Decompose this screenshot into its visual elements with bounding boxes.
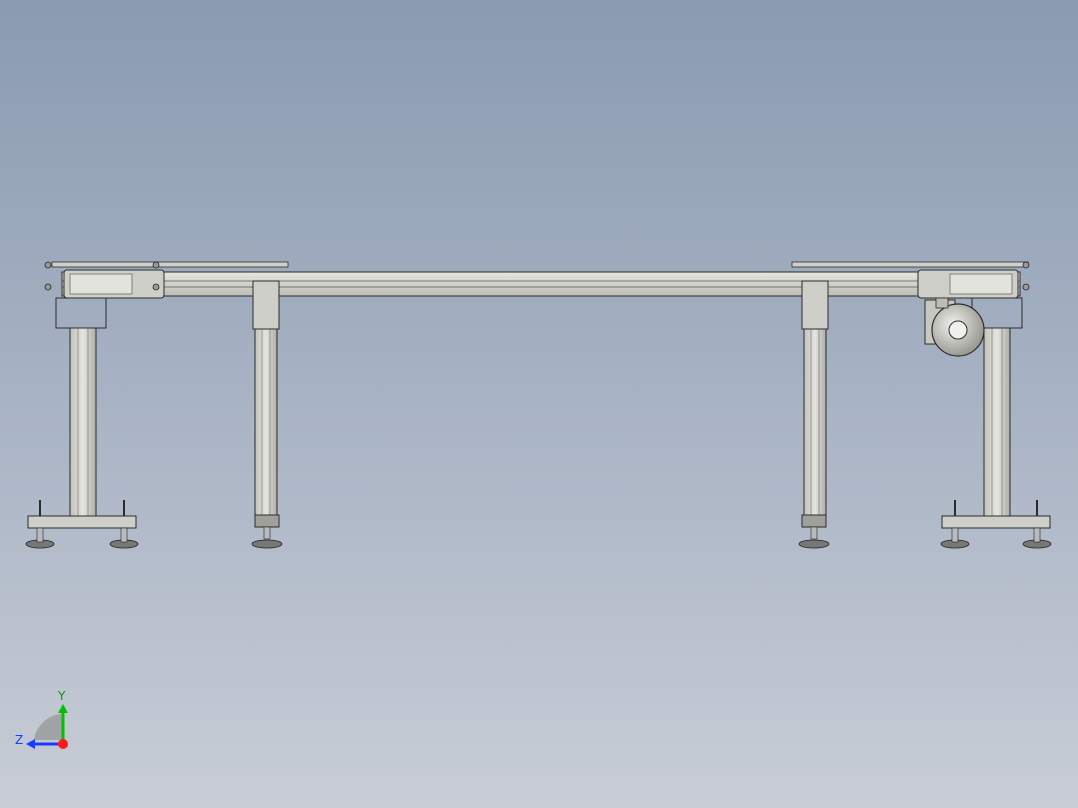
triad-y-arrow-icon bbox=[58, 704, 68, 713]
leg-outer-right bbox=[940, 327, 1052, 549]
triad-y-label: Y bbox=[57, 689, 66, 703]
triad-z-arrow-icon bbox=[26, 739, 35, 749]
cad-viewport[interactable]: Y Z bbox=[0, 0, 1078, 808]
leg-inner-right bbox=[798, 280, 830, 549]
top-plate-right bbox=[791, 261, 1029, 268]
leg-outer-left bbox=[25, 327, 139, 549]
conveyor-model-view[interactable]: Y Z bbox=[0, 0, 1078, 808]
triad-z-label: Z bbox=[15, 733, 23, 747]
drive-motor bbox=[924, 297, 985, 357]
triad-plane-icon bbox=[34, 714, 62, 740]
triad-x-axis-icon bbox=[58, 739, 68, 749]
top-plate-left bbox=[51, 261, 289, 268]
view-triad[interactable]: Y Z bbox=[15, 689, 68, 749]
main-rail bbox=[61, 271, 1021, 297]
leg-inner-left bbox=[251, 280, 283, 549]
